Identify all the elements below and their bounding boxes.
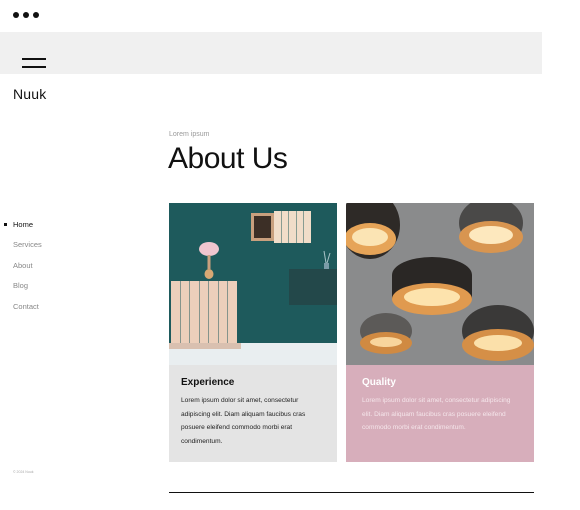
hamburger-menu-icon[interactable] xyxy=(22,58,46,68)
nav-label: Home xyxy=(13,219,34,229)
card-body: Lorem ipsum dolor sit amet, consectetur … xyxy=(362,397,511,431)
nav-item-home[interactable]: Home xyxy=(4,214,42,235)
card-body: Lorem ipsum dolor sit amet, consectetur … xyxy=(181,397,306,445)
nav-item-services[interactable]: Services xyxy=(13,235,42,256)
side-nav: Home Services About Blog Contact xyxy=(4,214,42,317)
nav-item-contact[interactable]: Contact xyxy=(13,296,42,317)
feature-card-experience: Experience Lorem ipsum dolor sit amet, c… xyxy=(169,203,337,462)
card-title: Experience xyxy=(181,377,235,388)
nav-label: Services xyxy=(13,240,42,250)
nav-label: Blog xyxy=(13,281,29,291)
card-title: Quality xyxy=(362,377,396,388)
dot-icon xyxy=(13,12,19,18)
interior-wall-cabinet-lamp-image xyxy=(169,203,337,365)
feature-card-quality: Quality Lorem ipsum dolor sit amet, cons… xyxy=(346,203,534,462)
top-bar xyxy=(0,32,542,74)
nav-item-about[interactable]: About xyxy=(13,255,42,276)
brand-logo[interactable]: Nuuk xyxy=(13,86,46,102)
page-eyebrow: Lorem ipsum xyxy=(169,131,210,138)
pendant-lamps-image xyxy=(346,203,534,365)
copyright-text: © 2024 Nuuk xyxy=(13,470,34,474)
active-bullet-icon xyxy=(4,222,7,226)
page-title: About Us xyxy=(168,142,288,175)
dot-icon xyxy=(23,12,29,18)
window-menu-icon[interactable] xyxy=(13,12,39,18)
nav-item-blog[interactable]: Blog xyxy=(13,276,42,297)
section-divider xyxy=(169,492,534,493)
nav-label: Contact xyxy=(13,301,39,311)
dot-icon xyxy=(33,12,39,18)
nav-label: About xyxy=(13,260,33,270)
